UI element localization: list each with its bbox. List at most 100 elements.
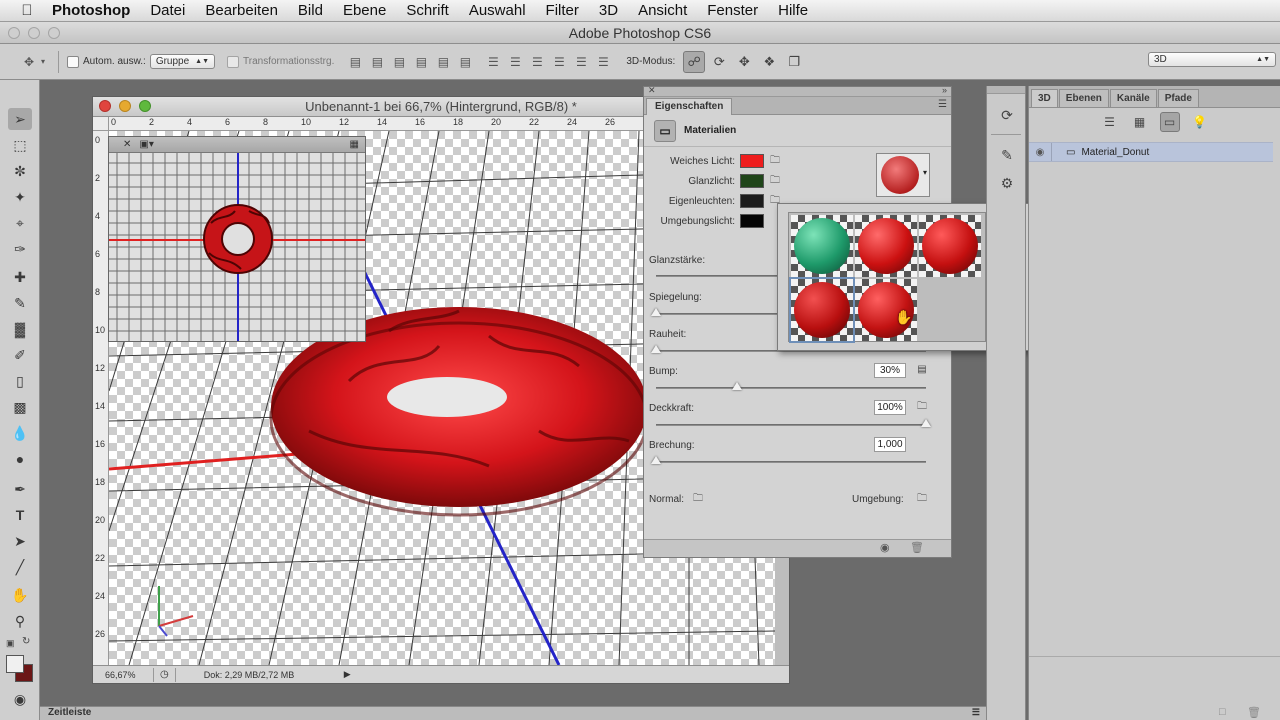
- tool-preset-chevron-icon[interactable]: ▾: [36, 55, 50, 69]
- menu-bild[interactable]: Bild: [288, 2, 333, 19]
- lights-filter-icon[interactable]: 💡: [1190, 112, 1210, 132]
- menu-3d[interactable]: 3D: [589, 2, 628, 19]
- specular-texture-folder-icon[interactable]: 🗀: [770, 173, 784, 190]
- new-item-icon[interactable]: □: [1219, 706, 1226, 718]
- dodge-tool-icon[interactable]: ●: [8, 448, 32, 470]
- eraser-tool-icon[interactable]: ▯: [8, 370, 32, 392]
- close-document-button[interactable]: [99, 100, 111, 112]
- transform-controls-checkbox[interactable]: [227, 55, 240, 68]
- opacity-slider[interactable]: [656, 419, 931, 427]
- tab-pfade[interactable]: Pfade: [1157, 89, 1199, 107]
- opacity-value-field[interactable]: 100%: [874, 400, 906, 415]
- blur-tool-icon[interactable]: 💧: [8, 422, 32, 444]
- trash-icon[interactable]: 🗑: [910, 541, 924, 554]
- opacity-folder-icon[interactable]: 🗀: [915, 400, 929, 414]
- menu-bearbeiten[interactable]: Bearbeiten: [195, 2, 288, 19]
- type-tool-icon[interactable]: T: [8, 504, 32, 526]
- roll-3d-icon[interactable]: ⟳: [708, 51, 730, 73]
- align-bottom-icon[interactable]: ▤: [392, 55, 406, 69]
- diffuse-color-swatch[interactable]: [740, 154, 764, 168]
- material-swatch-red-4[interactable]: ✋: [855, 279, 917, 341]
- crop-tool-icon[interactable]: ⌖: [8, 212, 32, 234]
- close-secondary-view-icon[interactable]: ✕: [123, 139, 131, 150]
- refraction-value-field[interactable]: 1,000: [874, 437, 906, 452]
- zoom-level[interactable]: 66,67%: [105, 670, 153, 680]
- vertical-ruler[interactable]: 0 2 4 6 8 10 12 14 16 18 20 22 24 26: [93, 131, 109, 665]
- refraction-slider[interactable]: [651, 456, 926, 464]
- history-brush-tool-icon[interactable]: ✐: [8, 344, 32, 366]
- panel-collapse-strip[interactable]: ✕ »: [644, 85, 951, 97]
- close-window-button[interactable]: [8, 27, 20, 39]
- slide-3d-icon[interactable]: ❖: [758, 51, 780, 73]
- tab-eigenschaften[interactable]: Eigenschaften: [646, 98, 733, 115]
- quick-select-tool-icon[interactable]: ✦: [8, 186, 32, 208]
- material-swatch-red-2[interactable]: [919, 215, 981, 277]
- ambient-color-swatch[interactable]: [740, 214, 764, 228]
- tab-3d[interactable]: 3D: [1031, 89, 1058, 107]
- distribute-bottom-icon[interactable]: ☰: [530, 55, 544, 69]
- hand-tool-icon[interactable]: ✋: [8, 584, 32, 606]
- collapse-panel-icon[interactable]: »: [942, 85, 947, 95]
- icon-column-header[interactable]: [987, 86, 1025, 94]
- bump-texture-icon[interactable]: ▤: [915, 363, 929, 377]
- line-tool-icon[interactable]: ╱: [8, 556, 32, 578]
- align-left-icon[interactable]: ▤: [414, 55, 428, 69]
- slider-thumb[interactable]: [651, 456, 661, 464]
- scene-filter-icon[interactable]: ☰: [1100, 112, 1120, 132]
- menu-ebene[interactable]: Ebene: [333, 2, 396, 19]
- visibility-eye-icon[interactable]: ◉: [1029, 147, 1051, 158]
- gradient-tool-icon[interactable]: ▩: [8, 396, 32, 418]
- path-select-tool-icon[interactable]: ➤: [8, 530, 32, 552]
- illumination-color-swatch[interactable]: [740, 194, 764, 208]
- materials-filter-icon[interactable]: ▭: [1159, 112, 1180, 132]
- timeline-tab[interactable]: Zeitleiste: [48, 707, 91, 718]
- status-menu-icon[interactable]: ◷: [160, 669, 169, 680]
- default-colors-icon[interactable]: ▣: [6, 638, 15, 649]
- tab-ebenen[interactable]: Ebenen: [1058, 89, 1109, 107]
- align-right-icon[interactable]: ▤: [458, 55, 472, 69]
- normal-folder-icon[interactable]: 🗀: [691, 492, 705, 506]
- auto-select-checkbox[interactable]: [67, 55, 79, 68]
- secondary-view[interactable]: ✕ ▣▾ ▦: [108, 136, 366, 342]
- diffuse-texture-folder-icon[interactable]: 🗀: [770, 153, 784, 170]
- stamp-tool-icon[interactable]: ▓: [8, 318, 32, 340]
- eyedropper-tool-icon[interactable]: ✑: [8, 238, 32, 260]
- close-panel-icon[interactable]: ✕: [648, 85, 656, 96]
- distribute-top-icon[interactable]: ☰: [486, 55, 500, 69]
- pan-3d-icon[interactable]: ✥: [733, 51, 755, 73]
- menu-filter[interactable]: Filter: [536, 2, 589, 19]
- reset-icon[interactable]: ◉: [880, 541, 890, 554]
- menu-auswahl[interactable]: Auswahl: [459, 2, 536, 19]
- history-panel-icon[interactable]: ⟳: [995, 104, 1019, 126]
- delete-icon[interactable]: 🗑: [1247, 706, 1261, 719]
- environment-folder-icon[interactable]: 🗀: [915, 492, 929, 506]
- orbit-3d-icon[interactable]: ☍: [683, 50, 706, 73]
- zoom-tool-icon[interactable]: ⚲: [8, 610, 32, 632]
- ruler-origin[interactable]: [93, 117, 109, 131]
- material-preview-button[interactable]: ▾: [876, 153, 930, 197]
- specular-color-swatch[interactable]: [740, 174, 764, 188]
- workspace-select[interactable]: 3D ▲▼: [1148, 52, 1276, 67]
- quick-mask-icon[interactable]: ◉: [8, 688, 32, 710]
- slider-thumb[interactable]: [732, 382, 742, 390]
- swap-colors-icon[interactable]: ↻: [22, 636, 30, 647]
- move-tool-icon[interactable]: ✥: [22, 55, 36, 69]
- distribute-left-icon[interactable]: ☰: [552, 55, 566, 69]
- menu-schrift[interactable]: Schrift: [396, 2, 459, 19]
- timeline-menu-icon[interactable]: ☰: [972, 707, 980, 718]
- zoom-window-button[interactable]: [48, 27, 60, 39]
- camera-view-icon[interactable]: ▣▾: [139, 139, 153, 150]
- adjustments-panel-icon[interactable]: ⚙: [995, 172, 1019, 194]
- material-swatch-red-3[interactable]: [789, 277, 855, 343]
- slider-thumb[interactable]: [921, 419, 931, 427]
- pen-tool-icon[interactable]: ✒: [8, 478, 32, 500]
- align-top-icon[interactable]: ▤: [348, 55, 362, 69]
- minimize-window-button[interactable]: [28, 27, 40, 39]
- slider-thumb[interactable]: [651, 308, 661, 316]
- tab-kanaele[interactable]: Kanäle: [1109, 89, 1157, 107]
- swap-view-icon[interactable]: ▦: [350, 139, 359, 150]
- marquee-tool-icon[interactable]: ⬚: [8, 134, 32, 156]
- panel-menu-icon[interactable]: ☰: [938, 99, 947, 110]
- minimize-document-button[interactable]: [119, 100, 131, 112]
- bump-slider[interactable]: [656, 382, 926, 390]
